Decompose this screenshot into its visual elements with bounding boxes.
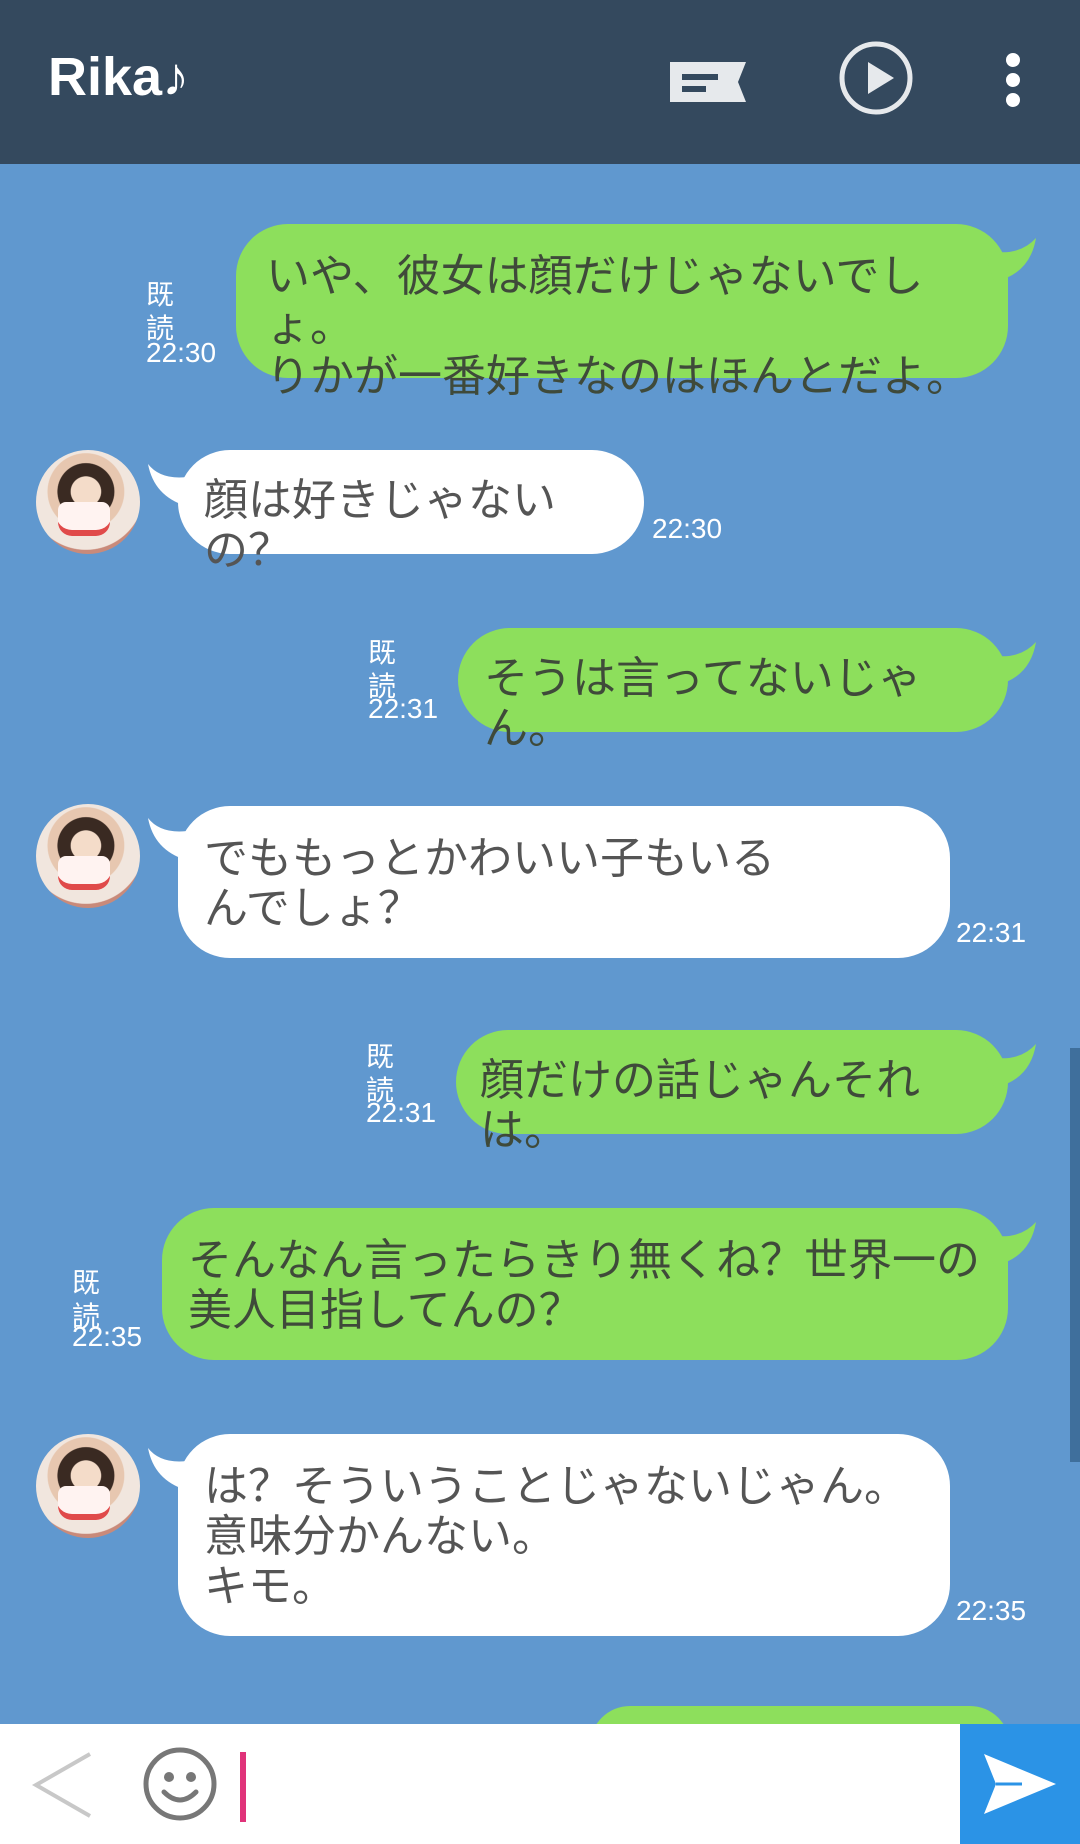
chat-title: Rika♪ <box>48 47 190 107</box>
bubble-tail <box>984 1222 1036 1266</box>
message-time: 22:30 <box>146 337 217 368</box>
message-time: 22:30 <box>652 513 723 544</box>
bubble-tail <box>984 642 1036 686</box>
avatar[interactable] <box>36 450 140 554</box>
avatar[interactable] <box>36 1434 140 1538</box>
back-chevron-icon[interactable] <box>30 1750 94 1824</box>
message-time: 22:31 <box>366 1097 437 1128</box>
message-time: 22:31 <box>956 917 1027 948</box>
message-bubble[interactable]: でももっとかわいい子もいる んでしょ？ <box>178 806 950 958</box>
more-vert-icon[interactable] <box>1000 52 1026 112</box>
message-time: 22:35 <box>956 1595 1027 1626</box>
message-time: 22:31 <box>368 693 439 724</box>
message-input[interactable] <box>240 1752 246 1822</box>
message-bubble[interactable]: 顔だけの話じゃんそれは。 <box>456 1030 1008 1156</box>
bubble-tail <box>984 1044 1036 1088</box>
send-button[interactable] <box>960 1724 1080 1844</box>
message-bubble[interactable]: いや、彼女は顔だけじゃないでしょ。 りかが一番好きなのはほんとだよ。 <box>236 224 1008 402</box>
send-icon <box>984 1754 1056 1814</box>
bubble-tail <box>984 238 1036 282</box>
message-bubble[interactable]: 顔は好きじゃないの？ <box>178 450 644 576</box>
message-bubble[interactable]: は？そういうことじゃないじゃん。 意味分かんない。 キモ。 <box>178 1434 950 1636</box>
chat-note-icon[interactable] <box>668 60 748 108</box>
scrollbar[interactable] <box>1070 1048 1080 1462</box>
emoji-icon[interactable] <box>142 1746 218 1826</box>
input-bar <box>0 1724 1080 1844</box>
message-bubble[interactable]: そうは言ってないじゃん。 <box>458 628 1008 754</box>
app-header: Rika♪ <box>0 0 1080 164</box>
play-icon[interactable] <box>838 40 914 120</box>
message-time: 22:35 <box>72 1321 143 1352</box>
message-bubble[interactable]: そんなん言ったらきり無くね？世界一の 美人目指してんの？ <box>162 1208 1008 1360</box>
avatar[interactable] <box>36 804 140 908</box>
